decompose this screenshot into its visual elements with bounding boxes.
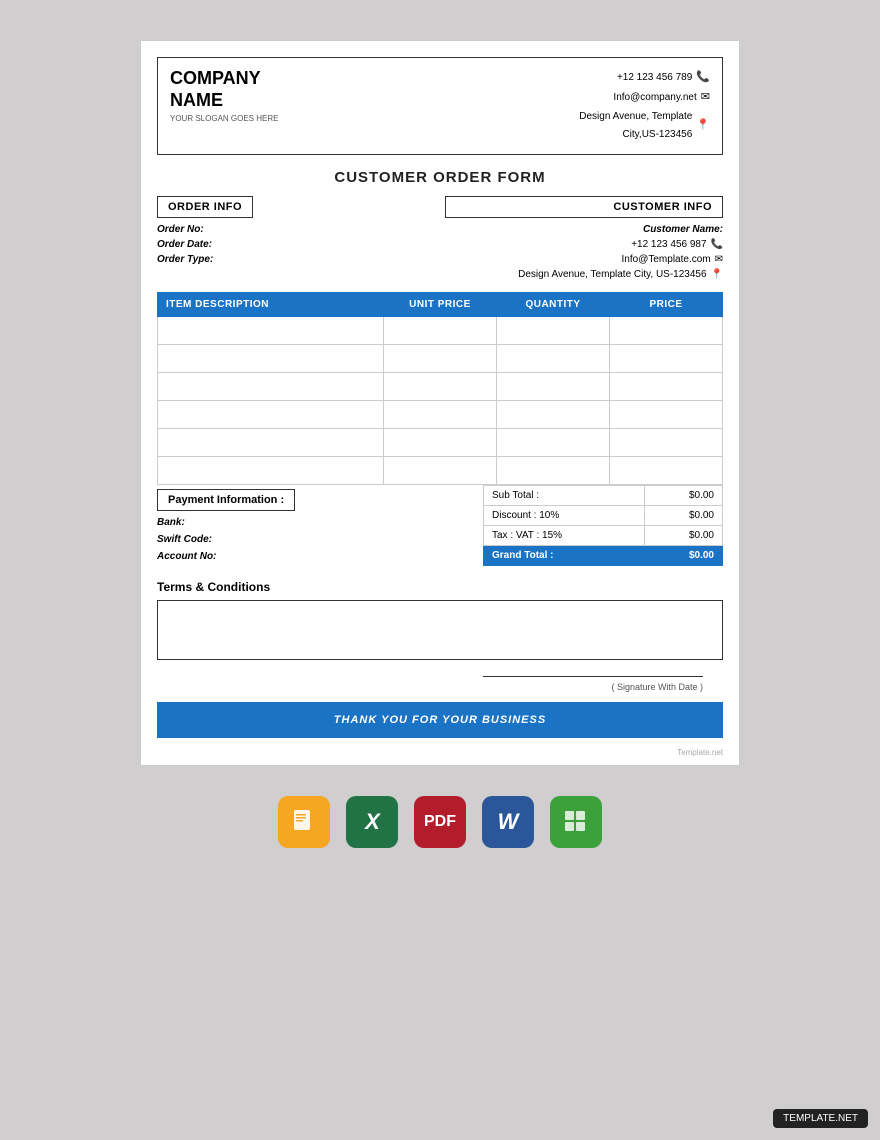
col-quantity: QUANTITY — [497, 292, 610, 316]
order-no-field: Order No: — [157, 224, 435, 235]
table-cell[interactable] — [158, 372, 384, 400]
slogan: YOUR SLOGAN GOES HERE — [170, 114, 278, 123]
bank-field: Bank: — [157, 517, 473, 528]
terms-section: Terms & Conditions — [157, 580, 723, 660]
table-cell[interactable] — [497, 456, 610, 484]
doc-title: CUSTOMER ORDER FORM — [141, 155, 739, 196]
contact-info: +12 123 456 789 📞 Info@company.net ✉ Des… — [579, 68, 710, 144]
table-cell[interactable] — [610, 456, 723, 484]
col-unit-price: UNIT PRICE — [384, 292, 497, 316]
company-info: COMPANY NAME YOUR SLOGAN GOES HERE — [170, 68, 278, 123]
signature-section: ( Signature With Date ) — [157, 670, 723, 692]
order-type-field: Order Type: — [157, 254, 435, 265]
doc-header: COMPANY NAME YOUR SLOGAN GOES HERE +12 1… — [157, 57, 723, 155]
address-row: Design Avenue, Template City,US-123456 📍 — [579, 108, 710, 144]
email-icon: ✉ — [701, 88, 710, 108]
pdf-label: PDF — [424, 813, 456, 831]
subtotal-row: Sub Total : $0.00 — [484, 485, 723, 505]
customer-name-field: Customer Name: — [445, 224, 723, 235]
payment-header: Payment Information : — [157, 489, 295, 511]
table-cell[interactable] — [497, 428, 610, 456]
signature-label: ( Signature With Date ) — [157, 682, 703, 692]
table-cell[interactable] — [384, 400, 497, 428]
table-cell[interactable] — [158, 456, 384, 484]
terms-title: Terms & Conditions — [157, 580, 723, 594]
customer-address-field: Design Avenue, Template City, US-123456 … — [445, 269, 723, 280]
table-cell[interactable] — [497, 400, 610, 428]
table-cell[interactable] — [497, 344, 610, 372]
col-description: ITEM DESCRIPTION — [158, 292, 384, 316]
table-cell[interactable] — [384, 316, 497, 344]
pdf-icon[interactable]: PDF — [414, 796, 466, 848]
customer-phone-field: +12 123 456 987 📞 — [445, 239, 723, 250]
table-cell[interactable] — [610, 400, 723, 428]
app-icons-row: X PDF W — [278, 796, 602, 848]
customer-phone-icon: 📞 — [711, 239, 723, 250]
customer-location-icon: 📍 — [711, 269, 723, 280]
swift-field: Swift Code: — [157, 534, 473, 545]
word-label: W — [498, 809, 519, 835]
numbers-icon[interactable] — [550, 796, 602, 848]
col-price: PRICE — [610, 292, 723, 316]
table-row[interactable] — [158, 428, 723, 456]
table-cell[interactable] — [158, 344, 384, 372]
word-icon[interactable]: W — [482, 796, 534, 848]
template-badge: TEMPLATE.NET — [773, 1109, 868, 1128]
excel-label: X — [365, 809, 379, 835]
table-cell[interactable] — [610, 428, 723, 456]
table-cell[interactable] — [497, 316, 610, 344]
customer-email-icon: ✉ — [715, 254, 723, 265]
discount-row: Discount : 10% $0.00 — [484, 505, 723, 525]
table-cell[interactable] — [384, 372, 497, 400]
document: COMPANY NAME YOUR SLOGAN GOES HERE +12 1… — [140, 40, 740, 766]
table-row[interactable] — [158, 316, 723, 344]
bottom-section: Payment Information : Bank: Swift Code: … — [157, 485, 723, 566]
phone-row: +12 123 456 789 📞 — [579, 68, 710, 88]
customer-info-box: CUSTOMER INFO Customer Name: +12 123 456… — [445, 196, 723, 284]
table-cell[interactable] — [384, 428, 497, 456]
table-row[interactable] — [158, 400, 723, 428]
table-row[interactable] — [158, 456, 723, 484]
table-cell[interactable] — [158, 316, 384, 344]
table-cell[interactable] — [610, 344, 723, 372]
payment-section: Payment Information : Bank: Swift Code: … — [157, 485, 483, 566]
excel-icon[interactable]: X — [346, 796, 398, 848]
table-cell[interactable] — [158, 400, 384, 428]
table-cell[interactable] — [610, 372, 723, 400]
items-table: ITEM DESCRIPTION UNIT PRICE QUANTITY PRI… — [157, 292, 723, 485]
table-row[interactable] — [158, 372, 723, 400]
company-name: COMPANY NAME — [170, 68, 278, 111]
signature-line — [483, 676, 703, 677]
table-cell[interactable] — [158, 428, 384, 456]
phone-icon: 📞 — [696, 68, 710, 88]
location-icon: 📍 — [696, 116, 710, 136]
info-row: ORDER INFO Order No: Order Date: Order T… — [157, 196, 723, 284]
order-date-field: Order Date: — [157, 239, 435, 250]
customer-email-field: Info@Template.com ✉ — [445, 254, 723, 265]
totals-table: Sub Total : $0.00 Discount : 10% $0.00 T… — [483, 485, 723, 566]
order-info-header: ORDER INFO — [157, 196, 253, 218]
terms-box[interactable] — [157, 600, 723, 660]
table-row[interactable] — [158, 344, 723, 372]
table-cell[interactable] — [384, 456, 497, 484]
table-cell[interactable] — [610, 316, 723, 344]
watermark: Template.net — [157, 748, 723, 757]
grand-total-row: Grand Total : $0.00 — [484, 545, 723, 565]
table-cell[interactable] — [497, 372, 610, 400]
order-fields: Order No: Order Date: Order Type: — [157, 224, 435, 265]
customer-info-header: CUSTOMER INFO — [445, 196, 723, 218]
thank-you-banner: THANK YOU FOR YOUR BUSINESS — [157, 702, 723, 738]
pages-icon[interactable] — [278, 796, 330, 848]
totals-section: Sub Total : $0.00 Discount : 10% $0.00 T… — [483, 485, 723, 566]
tax-row: Tax : VAT : 15% $0.00 — [484, 525, 723, 545]
email-row: Info@company.net ✉ — [579, 88, 710, 108]
table-cell[interactable] — [384, 344, 497, 372]
order-info-box: ORDER INFO Order No: Order Date: Order T… — [157, 196, 435, 284]
account-field: Account No: — [157, 551, 473, 562]
customer-fields: Customer Name: +12 123 456 987 📞 Info@Te… — [445, 224, 723, 280]
